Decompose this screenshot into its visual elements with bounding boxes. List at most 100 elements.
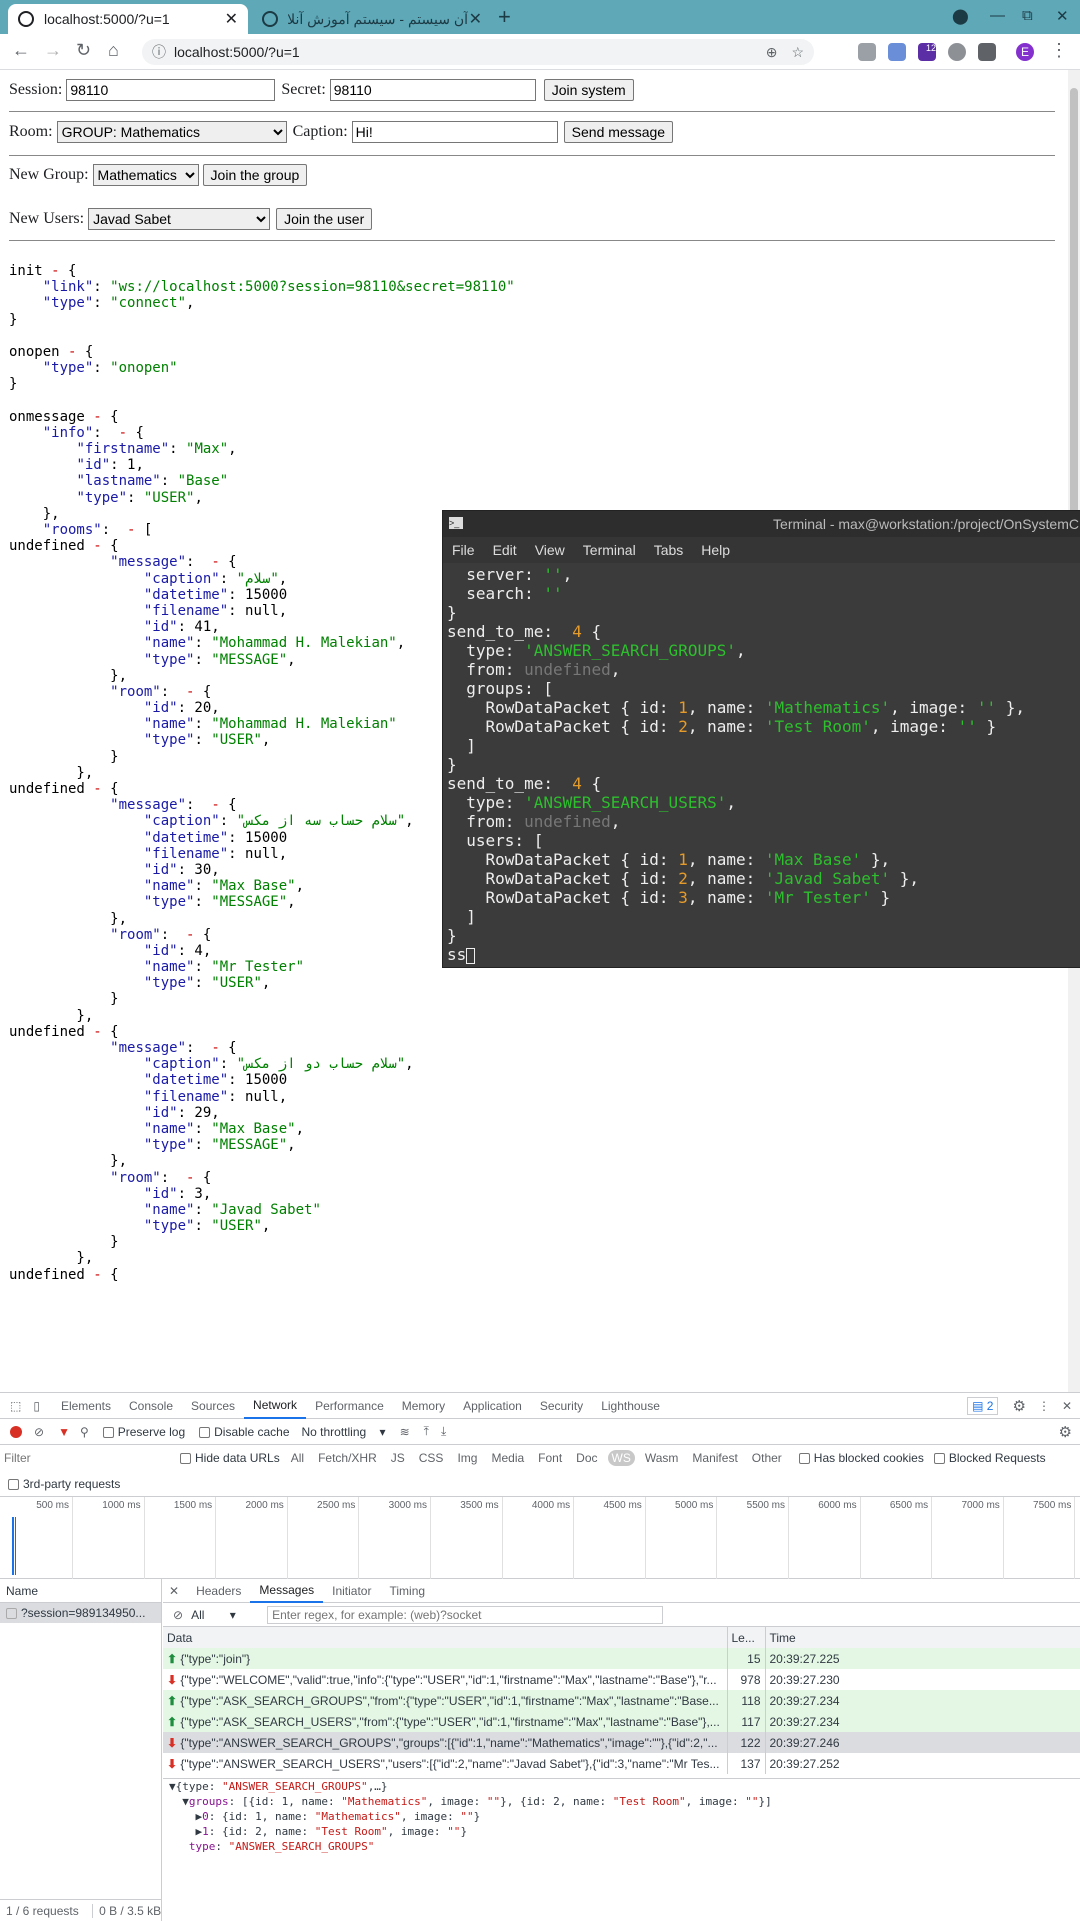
- message-json-tree[interactable]: ▼{type: "ANSWER_SEARCH_GROUPS",…} ▼group…: [169, 1779, 772, 1854]
- devtools-tab-security[interactable]: Security: [531, 1393, 592, 1419]
- disable-cache-checkbox[interactable]: Disable cache: [199, 1425, 290, 1439]
- translate-extension-icon[interactable]: [888, 43, 906, 61]
- terminal-menu-tabs[interactable]: Tabs: [654, 542, 684, 558]
- preserve-log-checkbox[interactable]: Preserve log: [102, 1425, 185, 1439]
- menu-kebab-icon[interactable]: ⋮: [1050, 40, 1068, 61]
- new-tab-icon[interactable]: +: [498, 4, 511, 30]
- zoom-icon[interactable]: ⊕: [766, 44, 778, 61]
- maximize-icon[interactable]: ⧉: [1022, 7, 1033, 24]
- network-timeline[interactable]: 500 ms 1000 ms 1500 ms 2000 ms 2500 ms 3000 m…: [0, 1497, 1080, 1579]
- devtools-tab-lighthouse[interactable]: Lighthouse: [592, 1393, 669, 1419]
- minimize-icon[interactable]: —: [990, 7, 1005, 24]
- message-row[interactable]: ⬆ {"type":"ASK_SEARCH_USERS","from":{"ty…: [163, 1711, 1080, 1732]
- profile-avatar[interactable]: E: [1016, 43, 1034, 61]
- network-settings-icon[interactable]: ⚙: [1059, 1423, 1072, 1441]
- inspect-icon[interactable]: ⬚: [10, 1399, 21, 1413]
- join-group-button[interactable]: Join the group: [202, 164, 308, 186]
- blocked-requests-checkbox[interactable]: Blocked Requests: [933, 1451, 1046, 1465]
- info-icon[interactable]: ⓘ: [152, 42, 166, 62]
- graduation-extension-icon[interactable]: 12: [918, 43, 936, 61]
- filter-chip-css[interactable]: CSS: [415, 1450, 448, 1466]
- issues-badge[interactable]: ▤ 2: [967, 1396, 999, 1415]
- filter-chip-img[interactable]: Img: [453, 1450, 481, 1466]
- json-tree-line[interactable]: ▼groups: [{id: 1, name: "Mathematics", i…: [169, 1794, 772, 1809]
- filter-chip-wasm[interactable]: Wasm: [641, 1450, 683, 1466]
- filter-chip-fetchxhr[interactable]: Fetch/XHR: [314, 1450, 381, 1466]
- terminal-menu-edit[interactable]: Edit: [493, 542, 517, 558]
- new-users-select[interactable]: Javad Sabet: [88, 208, 271, 230]
- window-close-icon[interactable]: ✕: [1056, 7, 1069, 25]
- forward-icon[interactable]: →: [44, 40, 62, 61]
- json-tree-line[interactable]: ▼{type: "ANSWER_SEARCH_GROUPS",…}: [169, 1779, 772, 1794]
- json-tree-line[interactable]: ▶1: {id: 2, name: "Test Room", image: ""…: [169, 1824, 772, 1839]
- devtools-more-icon[interactable]: ⋮: [1038, 1399, 1050, 1413]
- bookmark-star-icon[interactable]: ☆: [791, 44, 804, 61]
- filter-chip-all[interactable]: All: [287, 1450, 308, 1466]
- scrollbar-thumb[interactable]: [1070, 88, 1078, 528]
- export-har-icon[interactable]: ⤓: [441, 1424, 446, 1439]
- message-row[interactable]: ⬇ {"type":"ANSWER_SEARCH_USERS","users":…: [163, 1753, 1080, 1774]
- data-column-header[interactable]: Data: [163, 1627, 728, 1648]
- terminal-menu-help[interactable]: Help: [701, 542, 730, 558]
- tab-localhost[interactable]: localhost:5000/?u=1 ✕: [8, 4, 248, 34]
- address-bar[interactable]: ⓘ localhost:5000/?u=1 ⊕ ☆: [142, 39, 814, 65]
- detail-tab-timing[interactable]: Timing: [380, 1579, 434, 1603]
- clear-icon[interactable]: ⊘: [34, 1425, 44, 1439]
- detail-tab-headers[interactable]: Headers: [187, 1579, 250, 1603]
- terminal-output[interactable]: server: '', search: ''} send_to_me: 4 { t…: [443, 563, 1080, 966]
- close-tab-icon[interactable]: ✕: [225, 9, 238, 29]
- record-icon[interactable]: [10, 1425, 22, 1438]
- terminal-menu-view[interactable]: View: [535, 542, 565, 558]
- eye-extension-icon[interactable]: [948, 43, 966, 61]
- filter-chip-other[interactable]: Other: [748, 1450, 786, 1466]
- request-row[interactable]: ?session=989134950...: [0, 1603, 161, 1623]
- devtools-tab-elements[interactable]: Elements: [52, 1393, 120, 1419]
- filter-chip-manifest[interactable]: Manifest: [688, 1450, 741, 1466]
- search-icon[interactable]: ⚲: [80, 1425, 89, 1439]
- clear-messages-icon[interactable]: ⊘: [173, 1608, 183, 1622]
- devtools-tab-sources[interactable]: Sources: [182, 1393, 244, 1419]
- session-input[interactable]: [66, 79, 276, 101]
- tab-online-system[interactable]: آن سیستم - سیستم آموزش آنلاین ✕: [252, 4, 492, 34]
- devtools-tab-performance[interactable]: Performance: [306, 1393, 393, 1419]
- devtools-tab-console[interactable]: Console: [120, 1393, 182, 1419]
- filter-input[interactable]: [4, 1449, 164, 1467]
- tab-search-icon[interactable]: ⬤: [952, 7, 969, 25]
- filter-chip-ws[interactable]: WS: [607, 1450, 635, 1466]
- filter-chip-font[interactable]: Font: [534, 1450, 566, 1466]
- devtools-tab-memory[interactable]: Memory: [393, 1393, 454, 1419]
- detail-tab-messages[interactable]: Messages: [250, 1579, 324, 1603]
- send-message-button[interactable]: Send message: [563, 121, 674, 143]
- json-tree-line[interactable]: type: "ANSWER_SEARCH_GROUPS": [169, 1839, 772, 1854]
- room-select[interactable]: GROUP: Mathematics: [56, 121, 287, 143]
- message-type-select[interactable]: All ▾: [191, 1608, 251, 1622]
- reload-icon[interactable]: ↻: [76, 40, 91, 61]
- settings-gear-icon[interactable]: ⚙: [1012, 1397, 1025, 1415]
- import-har-icon[interactable]: ⤒: [424, 1424, 429, 1439]
- message-row[interactable]: ⬆ {"type":"join"} 15 20:39:27.225: [163, 1648, 1080, 1669]
- name-column-header[interactable]: Name: [0, 1579, 161, 1603]
- devtools-tab-application[interactable]: Application: [454, 1393, 531, 1419]
- filter-chip-doc[interactable]: Doc: [572, 1450, 601, 1466]
- wifi-conditions-icon[interactable]: ≋: [400, 1425, 410, 1439]
- time-column-header[interactable]: Time: [765, 1627, 1080, 1648]
- third-party-checkbox[interactable]: 3rd-party requests: [8, 1477, 120, 1491]
- camera-extension-icon[interactable]: [858, 43, 876, 61]
- close-detail-icon[interactable]: ✕: [169, 1584, 179, 1598]
- has-blocked-cookies-checkbox[interactable]: Has blocked cookies: [798, 1451, 924, 1465]
- message-row[interactable]: ⬆ {"type":"ASK_SEARCH_GROUPS","from":{"t…: [163, 1690, 1080, 1711]
- hide-data-urls-checkbox[interactable]: Hide data URLs: [180, 1451, 280, 1465]
- throttling-select[interactable]: No throttling ▾: [302, 1425, 386, 1439]
- caption-input[interactable]: [351, 121, 558, 143]
- close-tab-icon[interactable]: ✕: [469, 9, 482, 29]
- filter-chip-js[interactable]: JS: [387, 1450, 409, 1466]
- message-regex-input[interactable]: [267, 1605, 664, 1624]
- home-icon[interactable]: ⌂: [108, 40, 119, 61]
- terminal-titlebar[interactable]: >_ Terminal - max@workstation:/project/O…: [443, 511, 1080, 537]
- device-toolbar-icon[interactable]: ▯: [33, 1399, 40, 1413]
- terminal-menu-file[interactable]: File: [452, 542, 475, 558]
- devtools-tab-network[interactable]: Network: [244, 1393, 307, 1419]
- join-system-button[interactable]: Join system: [543, 79, 634, 101]
- filter-chip-media[interactable]: Media: [487, 1450, 528, 1466]
- back-icon[interactable]: ←: [12, 40, 30, 61]
